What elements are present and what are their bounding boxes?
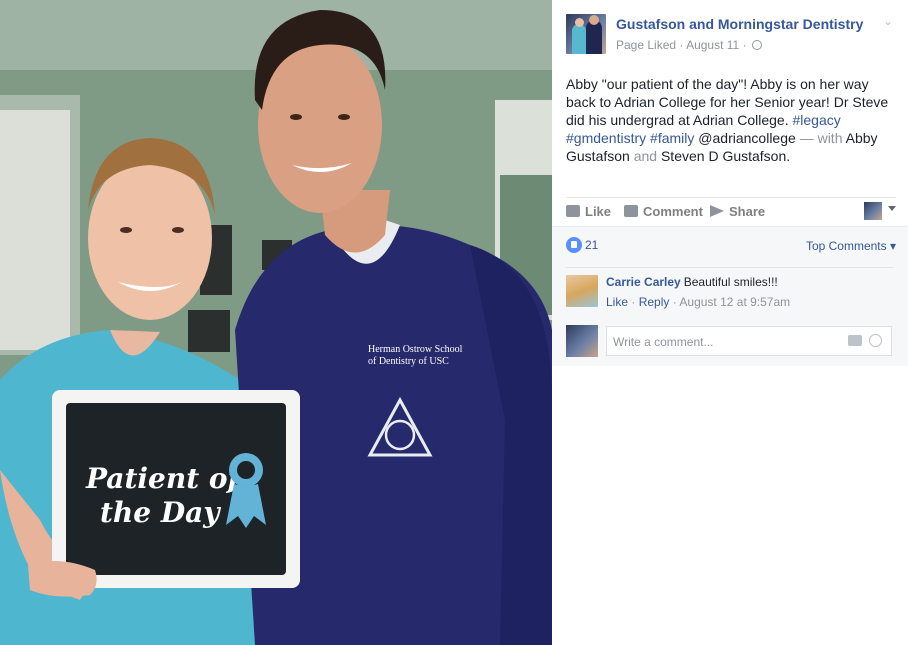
post-actions: Like Comment Share: [566, 197, 896, 225]
patient-of-the-day-sign: Patient of the Day: [52, 390, 300, 588]
scrubs-text-line2: of Dentistry of USC: [368, 356, 449, 367]
like-button[interactable]: Like: [566, 204, 611, 219]
scrubs-text-line1: Herman Ostrow School: [368, 344, 463, 355]
page-name-link[interactable]: Gustafson and Morningstar Dentistry: [616, 16, 863, 32]
thumbs-up-icon: [566, 205, 580, 217]
chevron-down-icon[interactable]: ⌄: [880, 14, 896, 30]
comment-meta: Like · Reply · August 12 at 9:57am: [606, 295, 791, 309]
top-comments-dropdown[interactable]: Top Comments ▾: [806, 239, 896, 253]
sign-line2: the Day: [100, 496, 221, 529]
comment-like-link[interactable]: Like: [606, 295, 628, 309]
emoji-icon[interactable]: [869, 334, 882, 347]
divider: [566, 267, 894, 268]
caret-down-icon: ▾: [886, 239, 896, 253]
page-avatar[interactable]: [566, 14, 606, 54]
sign-line1: Patient of: [85, 462, 245, 495]
comment-reply-link[interactable]: Reply: [639, 295, 670, 309]
like-badge-icon: [566, 237, 582, 253]
post-text: Abby "our patient of the day"! Abby is o…: [566, 76, 889, 164]
comment-text: Beautiful smiles!!!: [683, 275, 778, 289]
comments-section: 21 Top Comments ▾ Carrie Carley Beautiful…: [552, 226, 908, 366]
post-date[interactable]: August 11: [686, 38, 739, 52]
camera-icon[interactable]: [848, 335, 862, 346]
hashtag-legacy[interactable]: #legacy: [792, 112, 840, 128]
tagged-person-steven[interactable]: Steven D Gustafson: [661, 148, 786, 164]
share-button[interactable]: Share: [710, 204, 765, 219]
comment-author[interactable]: Carrie Carley: [606, 275, 681, 289]
post-meta: Page Liked · August 11 ·: [616, 38, 762, 52]
share-arrow-icon: [710, 205, 724, 217]
comment-composer: Write a comment...: [566, 325, 896, 359]
composer-avatar: [566, 325, 598, 357]
hashtag-family[interactable]: #family: [650, 130, 694, 146]
caret-down-icon[interactable]: [888, 206, 896, 211]
commenter-avatar[interactable]: [566, 275, 598, 307]
liked-status: Page Liked: [616, 38, 677, 52]
post-panel: Gustafson and Morningstar Dentistry Page…: [552, 0, 908, 645]
globe-icon: [751, 40, 762, 50]
speech-bubble-icon: [624, 205, 638, 217]
comment-timestamp[interactable]: August 12 at 9:57am: [679, 295, 790, 309]
mention-adriancollege[interactable]: @adriancollege: [698, 130, 796, 146]
like-count[interactable]: 21: [566, 237, 598, 255]
post-photo[interactable]: Herman Ostrow School of Dentistry of USC…: [0, 0, 552, 645]
post-as-avatar[interactable]: [864, 202, 882, 220]
post-header: Gustafson and Morningstar Dentistry Page…: [566, 14, 896, 58]
hashtag-gmdentistry[interactable]: #gmdentistry: [566, 130, 646, 146]
comment-item: Carrie Carley Beautiful smiles!!! Like · …: [566, 275, 896, 315]
comment-button[interactable]: Comment: [624, 204, 703, 219]
